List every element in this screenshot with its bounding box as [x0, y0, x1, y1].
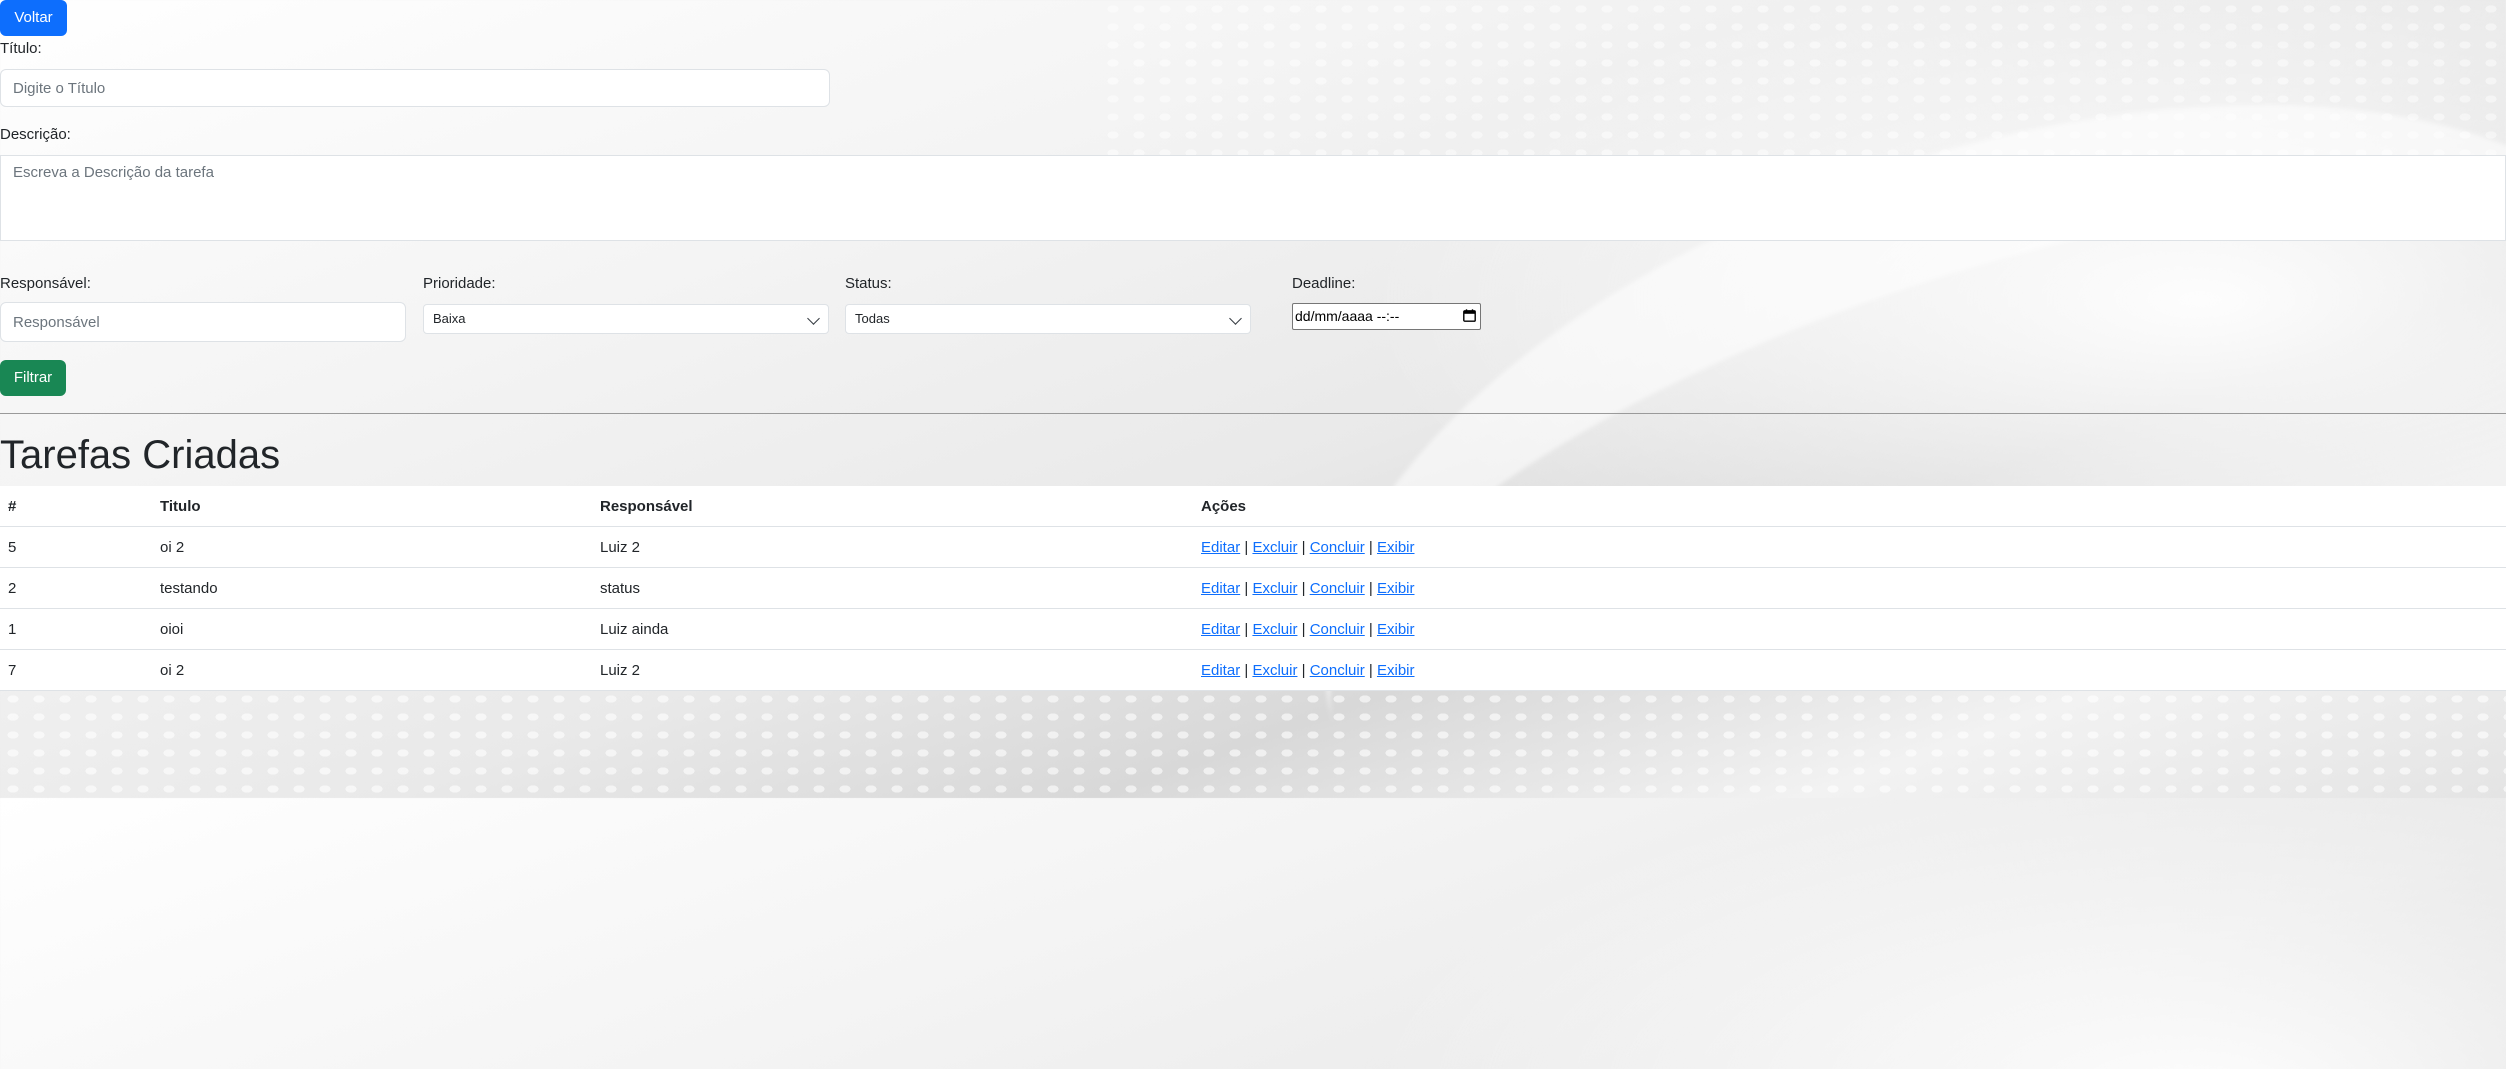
edit-link[interactable]: Editar	[1201, 539, 1240, 556]
separator: |	[1301, 620, 1306, 638]
cell-actions: Editar | Excluir | Concluir | Exibir	[1193, 526, 2506, 568]
separator: |	[1368, 579, 1373, 597]
separator: |	[1368, 620, 1373, 638]
background-pattern-bottom	[0, 690, 2506, 798]
table-row: 1 oioi Luiz ainda Editar | Excluir | Con…	[0, 608, 2506, 650]
table-row: 5 oi 2 Luiz 2 Editar | Excluir | Conclui…	[0, 526, 2506, 568]
cell-responsible: status	[592, 567, 1193, 609]
cell-title: oi 2	[152, 649, 592, 691]
cell-id: 2	[0, 567, 152, 609]
deadline-field: Deadline: dd/mm/aaaa --:--	[1292, 275, 1481, 330]
edit-link[interactable]: Editar	[1201, 580, 1240, 597]
deadline-input[interactable]: dd/mm/aaaa --:--	[1292, 303, 1481, 330]
title-input[interactable]	[0, 69, 830, 107]
responsible-label: Responsável:	[0, 275, 91, 292]
delete-link[interactable]: Excluir	[1252, 539, 1297, 556]
cell-actions: Editar | Excluir | Concluir | Exibir	[1193, 608, 2506, 650]
delete-link[interactable]: Excluir	[1252, 621, 1297, 638]
chevron-down-icon	[807, 312, 820, 325]
header-id: #	[0, 486, 152, 527]
cell-actions: Editar | Excluir | Concluir | Exibir	[1193, 649, 2506, 691]
status-select[interactable]: Todas	[845, 304, 1251, 334]
background-pattern-top	[1100, 0, 2506, 160]
separator: |	[1301, 538, 1306, 556]
cell-id: 1	[0, 608, 152, 650]
edit-link[interactable]: Editar	[1201, 662, 1240, 679]
chevron-down-icon	[1229, 312, 1242, 325]
separator: |	[1368, 661, 1373, 679]
deadline-label: Deadline:	[1292, 275, 1356, 292]
delete-link[interactable]: Excluir	[1252, 662, 1297, 679]
header-responsible: Responsável	[592, 486, 1193, 527]
priority-label: Prioridade:	[423, 275, 496, 292]
header-actions: Ações	[1193, 486, 2506, 527]
status-select-value: Todas	[855, 311, 890, 326]
calendar-icon[interactable]	[1463, 309, 1476, 322]
complete-link[interactable]: Concluir	[1310, 662, 1365, 679]
cell-actions: Editar | Excluir | Concluir | Exibir	[1193, 567, 2506, 609]
priority-select[interactable]: Baixa	[423, 304, 829, 334]
separator: |	[1368, 538, 1373, 556]
responsible-input[interactable]	[0, 302, 406, 342]
separator: |	[1244, 579, 1249, 597]
responsible-field: Responsável:	[0, 275, 406, 342]
cell-title: oi 2	[152, 526, 592, 568]
description-textarea[interactable]	[0, 155, 2506, 241]
cell-id: 7	[0, 649, 152, 691]
status-label: Status:	[845, 275, 892, 292]
table-row: 7 oi 2 Luiz 2 Editar | Excluir | Conclui…	[0, 649, 2506, 691]
separator: |	[1301, 579, 1306, 597]
tasks-table: # Titulo Responsável Ações 5 oi 2 Luiz 2…	[0, 486, 2506, 691]
cell-responsible: Luiz ainda	[592, 608, 1193, 650]
priority-field: Prioridade: Baixa	[423, 275, 829, 334]
cell-responsible: Luiz 2	[592, 526, 1193, 568]
cell-responsible: Luiz 2	[592, 649, 1193, 691]
title-label: Título:	[0, 40, 42, 57]
complete-link[interactable]: Concluir	[1310, 539, 1365, 556]
complete-link[interactable]: Concluir	[1310, 621, 1365, 638]
delete-link[interactable]: Excluir	[1252, 580, 1297, 597]
table-header-row: # Titulo Responsável Ações	[0, 486, 2506, 527]
back-button[interactable]: Voltar	[0, 0, 67, 36]
separator: |	[1244, 620, 1249, 638]
separator: |	[1301, 661, 1306, 679]
table-row: 2 testando status Editar | Excluir | Con…	[0, 567, 2506, 609]
cell-title: testando	[152, 567, 592, 609]
divider	[0, 413, 2506, 414]
filter-button[interactable]: Filtrar	[0, 360, 66, 396]
description-label: Descrição:	[0, 126, 71, 143]
cell-id: 5	[0, 526, 152, 568]
show-link[interactable]: Exibir	[1377, 621, 1415, 638]
priority-select-value: Baixa	[433, 311, 466, 326]
separator: |	[1244, 538, 1249, 556]
show-link[interactable]: Exibir	[1377, 580, 1415, 597]
show-link[interactable]: Exibir	[1377, 539, 1415, 556]
edit-link[interactable]: Editar	[1201, 621, 1240, 638]
show-link[interactable]: Exibir	[1377, 662, 1415, 679]
deadline-value: dd/mm/aaaa --:--	[1295, 308, 1400, 324]
header-title: Titulo	[152, 486, 592, 527]
status-field: Status: Todas	[845, 275, 1251, 334]
section-title: Tarefas Criadas	[0, 433, 281, 477]
complete-link[interactable]: Concluir	[1310, 580, 1365, 597]
separator: |	[1244, 661, 1249, 679]
cell-title: oioi	[152, 608, 592, 650]
